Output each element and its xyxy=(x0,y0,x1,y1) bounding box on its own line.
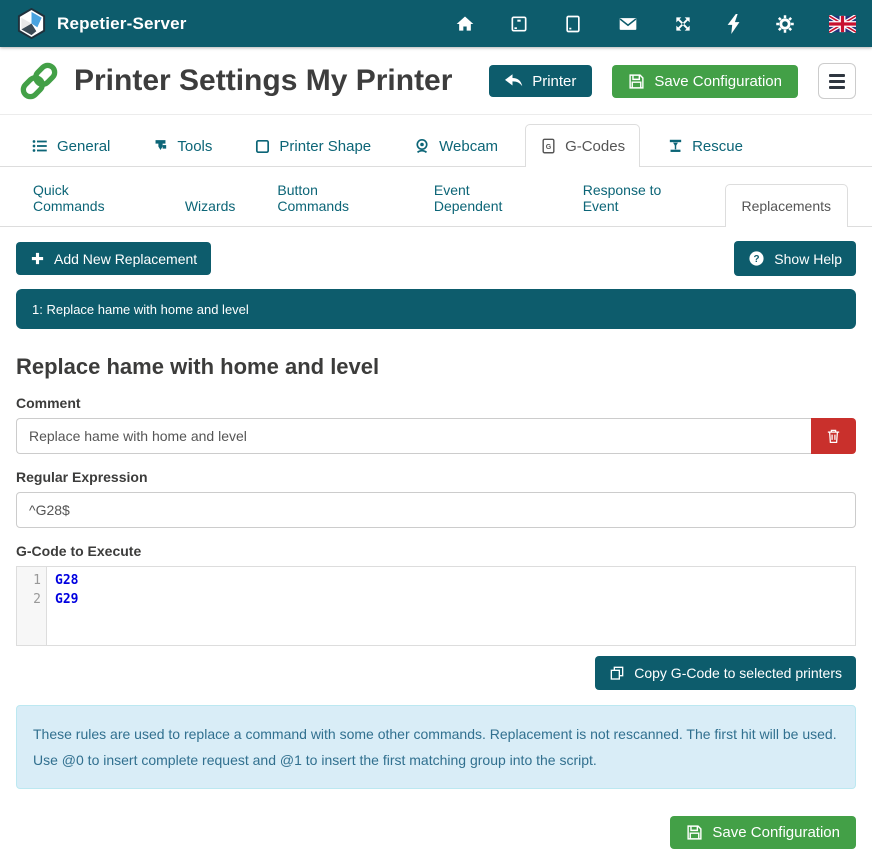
show-help-label: Show Help xyxy=(774,252,842,266)
printer-box-icon[interactable] xyxy=(509,14,529,34)
page-header: Printer Settings My Printer Printer Save… xyxy=(0,47,872,115)
gcode-line-numbers: 1 2 xyxy=(17,567,47,645)
help-note-line1: These rules are used to replace a comman… xyxy=(33,721,839,747)
page-title: Printer Settings My Printer xyxy=(74,64,452,98)
tab-gcodes-label: G-Codes xyxy=(565,138,625,155)
back-to-printer-label: Printer xyxy=(532,74,576,89)
gcode-line: G29 xyxy=(55,590,855,609)
tab-tools[interactable]: Tools xyxy=(137,125,227,167)
replacement-form: Comment Regular Expression G-Code to Exe… xyxy=(16,395,856,690)
regex-input[interactable] xyxy=(16,492,856,528)
add-new-replacement-button[interactable]: Add New Replacement xyxy=(16,242,211,275)
replacement-item-title: 1: Replace hame with home and level xyxy=(32,302,249,317)
copy-gcode-label: Copy G-Code to selected printers xyxy=(634,666,842,680)
bolt-icon[interactable] xyxy=(727,14,741,34)
tab-webcam[interactable]: Webcam xyxy=(398,124,513,167)
tab-general-label: General xyxy=(57,138,110,155)
tab-webcam-label: Webcam xyxy=(439,138,498,155)
gcode-subtabs: Quick Commands Wizards Button Commands E… xyxy=(0,167,872,227)
repetier-logo-icon xyxy=(16,8,47,39)
footer-actions: Save Configuration xyxy=(16,816,856,849)
plus-icon xyxy=(30,251,45,266)
save-floppy-icon xyxy=(628,73,645,90)
tab-rescue[interactable]: Rescue xyxy=(652,125,758,167)
subtab-quick-commands[interactable]: Quick Commands xyxy=(16,168,160,227)
brand-name: Repetier-Server xyxy=(57,14,187,34)
brand[interactable]: Repetier-Server xyxy=(16,8,187,39)
mail-icon[interactable] xyxy=(617,14,639,34)
gcode-code-area[interactable]: G28 G29 xyxy=(47,567,855,645)
rescue-icon xyxy=(667,138,684,155)
link-chain-icon xyxy=(16,60,62,102)
list-icon xyxy=(31,137,49,155)
show-help-button[interactable]: ? Show Help xyxy=(734,241,856,276)
subtab-response-to-event[interactable]: Response to Event xyxy=(566,168,717,227)
reply-arrow-icon xyxy=(505,73,523,89)
save-floppy-icon xyxy=(686,824,703,841)
subtab-wizards[interactable]: Wizards xyxy=(168,184,253,227)
tab-rescue-label: Rescue xyxy=(692,138,743,155)
replacements-toolbar: Add New Replacement ? Show Help xyxy=(16,241,856,276)
tablet-icon[interactable] xyxy=(563,14,583,34)
square-outline-icon xyxy=(254,138,271,155)
svg-text:G: G xyxy=(546,143,552,151)
save-configuration-label-bottom: Save Configuration xyxy=(712,825,840,840)
extruder-icon xyxy=(152,138,169,155)
top-navbar: Repetier-Server xyxy=(0,0,872,47)
gcode-file-icon: G xyxy=(540,137,557,155)
comment-label: Comment xyxy=(16,395,856,411)
gcode-line: G28 xyxy=(55,571,855,590)
question-circle-icon: ? xyxy=(748,250,765,267)
regex-label: Regular Expression xyxy=(16,469,856,485)
add-new-replacement-label: Add New Replacement xyxy=(54,252,197,266)
subtab-replacements[interactable]: Replacements xyxy=(725,184,849,227)
header-menu-button[interactable] xyxy=(818,63,856,99)
copy-gcode-button[interactable]: Copy G-Code to selected printers xyxy=(595,656,856,690)
tab-printer-shape-label: Printer Shape xyxy=(279,138,371,155)
home-icon[interactable] xyxy=(455,14,475,34)
tab-general[interactable]: General xyxy=(16,124,125,167)
tab-gcodes[interactable]: G G-Codes xyxy=(525,124,640,167)
replacement-list-item[interactable]: 1: Replace hame with home and level xyxy=(16,289,856,329)
help-note-line2: Use @0 to insert complete request and @1… xyxy=(33,747,839,773)
gcode-label: G-Code to Execute xyxy=(16,543,856,559)
tab-tools-label: Tools xyxy=(177,138,212,155)
save-configuration-button-bottom[interactable]: Save Configuration xyxy=(670,816,856,849)
expand-icon[interactable] xyxy=(673,14,693,34)
subtab-event-dependent[interactable]: Event Dependent xyxy=(417,168,558,227)
svg-text:?: ? xyxy=(754,254,760,265)
webcam-icon xyxy=(413,137,431,155)
subtab-button-commands[interactable]: Button Commands xyxy=(260,168,408,227)
gear-icon[interactable] xyxy=(775,14,795,34)
replacement-heading: Replace hame with home and level xyxy=(16,354,856,380)
language-flag-en-icon[interactable] xyxy=(829,15,856,33)
trash-icon xyxy=(825,427,842,445)
hamburger-icon xyxy=(829,74,845,89)
settings-tabs: General Tools Printer Shape Webcam G G-C… xyxy=(0,123,872,167)
gcode-editor[interactable]: 1 2 G28 G29 xyxy=(16,566,856,646)
comment-input[interactable] xyxy=(16,418,811,454)
tab-printer-shape[interactable]: Printer Shape xyxy=(239,125,386,167)
save-configuration-label-top: Save Configuration xyxy=(654,74,782,89)
replacements-help-note: These rules are used to replace a comman… xyxy=(16,705,856,789)
save-configuration-button-top[interactable]: Save Configuration xyxy=(612,65,798,98)
copy-icon xyxy=(609,665,625,681)
back-to-printer-button[interactable]: Printer xyxy=(489,65,592,97)
delete-replacement-button[interactable] xyxy=(811,418,856,454)
